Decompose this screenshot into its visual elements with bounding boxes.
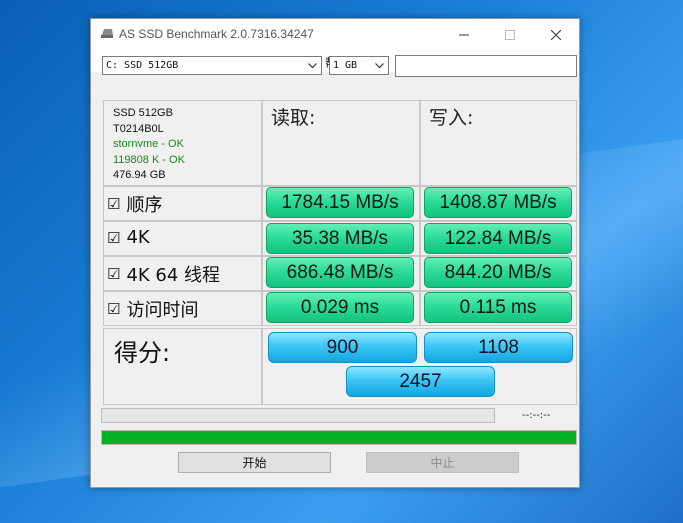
row-label-text: 4K — [126, 227, 150, 248]
maximize-button[interactable] — [487, 19, 533, 50]
row-label-text: 访问时间 — [126, 300, 199, 321]
row-4k64-label: ☑ 4K 64 线程 — [107, 261, 220, 287]
checkbox-4k[interactable]: ☑ — [107, 229, 120, 247]
maximize-icon — [505, 29, 515, 40]
4k64-read-result: 686.48 MB/s — [266, 257, 414, 288]
access-read-result: 0.029 ms — [266, 292, 414, 323]
row-label-text: 顺序 — [126, 195, 163, 216]
write-header: 写入: — [429, 107, 474, 129]
checkbox-seq[interactable]: ☑ — [107, 195, 120, 213]
4k-write-result: 122.84 MB/s — [424, 223, 572, 254]
driver-status: stornvme - OK — [113, 138, 184, 150]
name-textbox[interactable] — [395, 55, 577, 77]
4k64-write-result: 844.20 MB/s — [424, 257, 572, 288]
read-header: 读取: — [271, 107, 316, 129]
drive-model: SSD 512GB — [113, 107, 173, 119]
size-select[interactable]: 1 GB — [329, 56, 389, 75]
row-seq-label: ☑ 顺序 — [107, 191, 162, 217]
ssd-drive-icon — [101, 29, 113, 38]
alignment-status: 119808 K - OK — [113, 153, 185, 166]
close-icon — [551, 29, 561, 40]
checkbox-4k64[interactable]: ☑ — [107, 265, 120, 283]
stop-button[interactable]: 中止 — [366, 452, 519, 473]
drive-capacity: 476.94 GB — [113, 169, 166, 181]
minimize-icon — [459, 34, 469, 35]
progress-bar-total — [101, 430, 577, 445]
checkbox-access[interactable]: ☑ — [107, 300, 120, 318]
access-write-result: 0.115 ms — [424, 292, 572, 323]
minimize-button[interactable] — [441, 19, 487, 50]
close-button[interactable] — [533, 19, 579, 50]
chevron-down-icon — [371, 57, 388, 74]
title-bar[interactable]: AS SSD Benchmark 2.0.7316.34247 — [91, 19, 579, 50]
size-select-value: 1 GB — [333, 60, 358, 71]
score-label: 得分: — [114, 339, 171, 367]
row-access-label: ☑ 访问时间 — [107, 296, 198, 322]
chevron-down-icon — [304, 57, 321, 74]
total-score: 2457 — [346, 366, 495, 397]
drive-info: SSD 512GB T0214B0L stornvme - OK 119808 … — [113, 106, 185, 184]
progress-bar-current — [101, 408, 495, 423]
row-label-text: 4K 64 线程 — [126, 265, 221, 286]
seq-write-result: 1408.87 MB/s — [424, 187, 572, 218]
start-button[interactable]: 开始 — [178, 452, 331, 473]
window-title: AS SSD Benchmark 2.0.7316.34247 — [119, 27, 314, 41]
drive-select[interactable]: C: SSD 512GB — [102, 56, 322, 75]
elapsed-timer: --:--:-- — [522, 410, 551, 421]
row-4k-label: ☑ 4K — [107, 227, 150, 248]
seq-read-result: 1784.15 MB/s — [266, 187, 414, 218]
drive-select-value: C: SSD 512GB — [106, 60, 179, 71]
4k-read-result: 35.38 MB/s — [266, 223, 414, 254]
read-score: 900 — [268, 332, 417, 363]
drive-firmware: T0214B0L — [113, 122, 164, 135]
write-score: 1108 — [424, 332, 573, 363]
